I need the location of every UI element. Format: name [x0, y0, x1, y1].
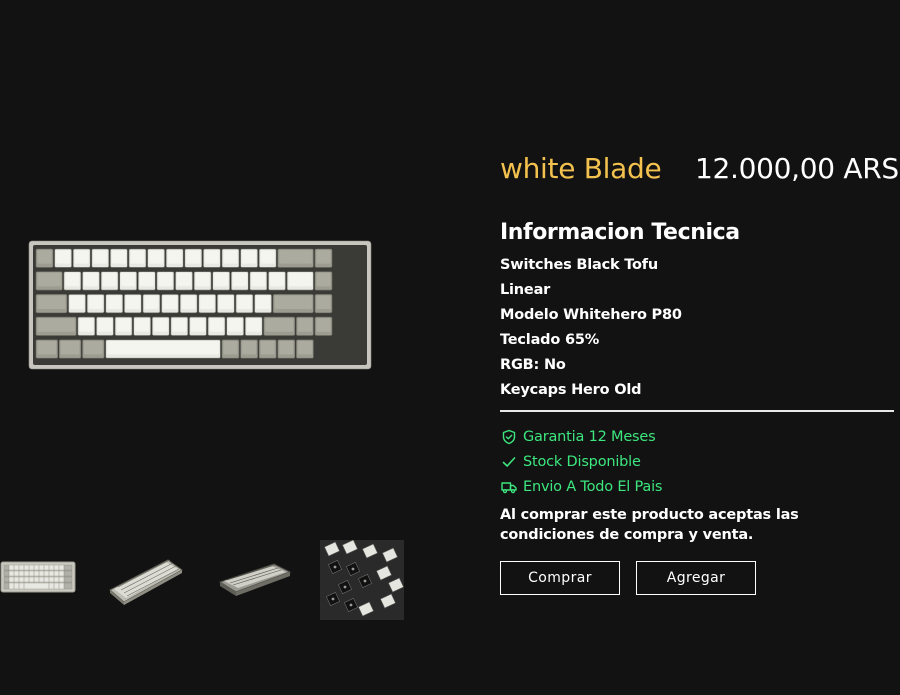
- buy-button[interactable]: Comprar: [500, 561, 620, 595]
- feature-stock: Stock Disponible: [500, 449, 662, 474]
- thumbnail-angled-view[interactable]: [106, 550, 186, 606]
- spec-item: RGB: No: [500, 357, 566, 373]
- specs-list: Switches Black Tofu Linear Modelo Whiteh…: [500, 254, 682, 404]
- feature-label: Stock Disponible: [523, 453, 641, 470]
- thumbnail-top-view[interactable]: [0, 560, 76, 594]
- spec-item: Linear: [500, 282, 551, 298]
- spec-item: Modelo Whitehero P80: [500, 307, 682, 323]
- divider: [500, 410, 894, 412]
- spec-item: Teclado 65%: [500, 332, 600, 348]
- main-product-image: [28, 240, 372, 370]
- thumbnail-closeup-view[interactable]: [320, 540, 404, 620]
- product-page: white Blade 12.000,00 ARS Informacion Te…: [0, 0, 900, 695]
- product-price: 12.000,00 ARS: [695, 152, 899, 185]
- product-header: white Blade 12.000,00 ARS: [500, 152, 900, 196]
- thumbnail-gallery: [0, 538, 410, 622]
- purchase-terms: Al comprar este producto aceptas las con…: [500, 507, 799, 543]
- spec-item: Keycaps Hero Old: [500, 382, 642, 398]
- feature-warranty: Garantia 12 Meses: [500, 424, 662, 449]
- thumbnail-side-view[interactable]: [216, 558, 292, 598]
- truck-icon: [500, 478, 517, 495]
- product-name: white Blade: [500, 152, 662, 185]
- add-to-cart-button[interactable]: Agregar: [636, 561, 756, 595]
- specs-title: Informacion Tecnica: [500, 220, 740, 245]
- feature-label: Envio A Todo El Pais: [523, 478, 663, 495]
- features-list: Garantia 12 Meses Stock Disponible Envio…: [500, 424, 662, 499]
- shield-check-icon: [500, 428, 517, 445]
- spec-item: Switches Black Tofu: [500, 257, 659, 273]
- feature-shipping: Envio A Todo El Pais: [500, 474, 662, 499]
- feature-label: Garantia 12 Meses: [523, 428, 656, 445]
- check-icon: [500, 453, 517, 470]
